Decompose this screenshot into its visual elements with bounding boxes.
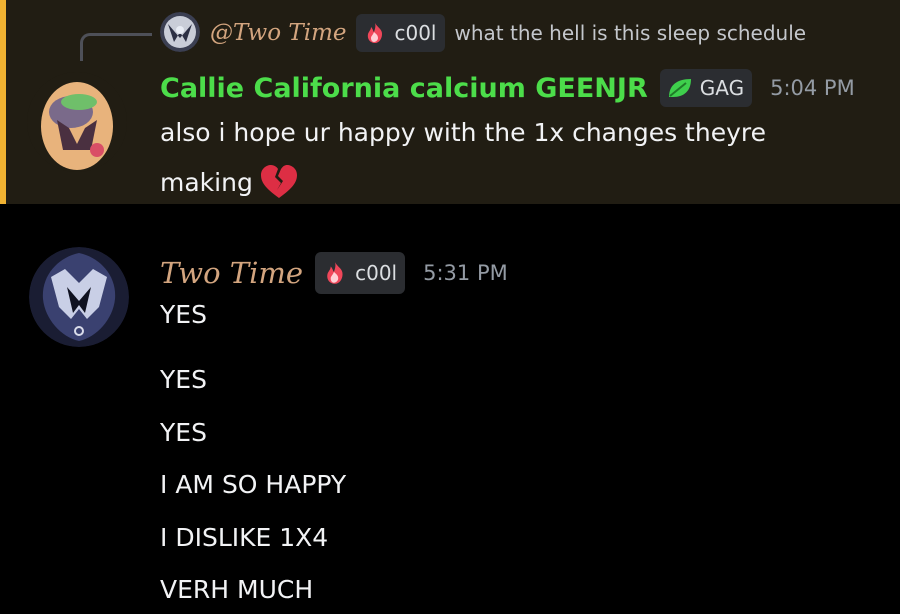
reply-server-tag[interactable]: c00l <box>356 14 445 52</box>
author-name[interactable]: Two Time <box>160 256 303 290</box>
message-text: I AM SO HAPPY <box>160 470 347 499</box>
server-tag-text: GAG <box>699 76 745 100</box>
broken-heart-icon[interactable] <box>259 164 299 200</box>
author-name[interactable]: Callie California calcium GEENJR <box>160 73 648 104</box>
message-text: VERH MUCH <box>160 575 314 604</box>
fire-icon <box>327 262 343 284</box>
reply-tag-text: c00l <box>394 21 437 45</box>
message-text: making <box>160 164 299 200</box>
leaf-icon <box>668 79 691 97</box>
message-header: Callie California calcium GEENJR GAG 5:0… <box>160 68 855 108</box>
message-text-line: making <box>160 167 253 197</box>
message-text: also i hope ur happy with the 1x changes… <box>160 118 766 147</box>
message-header: Two Time c00l 5:31 PM <box>160 251 508 295</box>
message-text: YES <box>160 365 207 394</box>
message-text: YES <box>160 300 207 329</box>
server-tag[interactable]: c00l <box>315 252 406 294</box>
reply-avatar[interactable] <box>160 12 200 52</box>
message-text: I DISLIKE 1X4 <box>160 523 329 552</box>
reply-spine <box>80 33 152 61</box>
server-tag[interactable]: GAG <box>659 69 753 107</box>
avatar[interactable] <box>27 72 127 172</box>
server-tag-text: c00l <box>355 261 398 285</box>
reply-preview[interactable]: @Two Time c00l what the hell is this sle… <box>210 14 806 52</box>
avatar[interactable] <box>29 247 129 347</box>
message-text: YES <box>160 418 207 447</box>
timestamp[interactable]: 5:04 PM <box>770 76 855 100</box>
timestamp[interactable]: 5:31 PM <box>423 261 508 285</box>
mention-highlight-bar <box>0 0 6 204</box>
reply-author-name[interactable]: @Two Time <box>210 20 346 46</box>
fire-icon <box>368 23 383 43</box>
reply-message-text: what the hell is this sleep schedule <box>454 21 807 45</box>
